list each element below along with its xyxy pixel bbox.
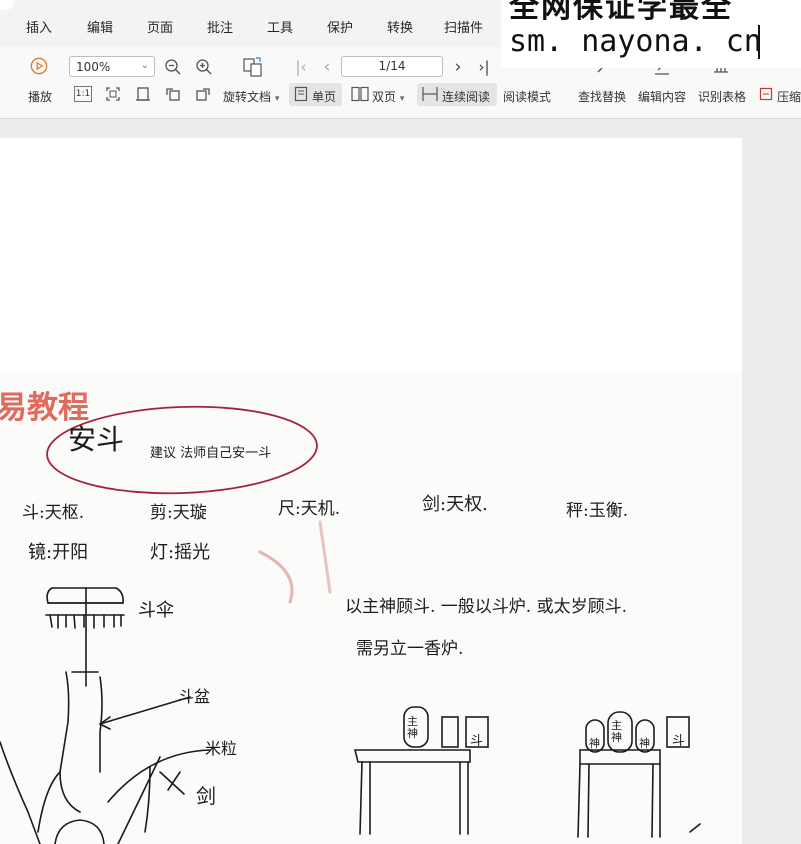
zoom-select[interactable]: 100% ⌄	[69, 56, 155, 77]
chevron-down-icon: ▾	[274, 94, 280, 104]
double-page-button[interactable]: 双页 ▾	[372, 88, 404, 105]
double-page-label: 双页	[372, 90, 397, 104]
line1-heng: 秤:玉衡.	[566, 501, 629, 521]
page-switch-icon[interactable]	[242, 56, 264, 78]
line1-jian: 剪:天璇	[150, 503, 207, 523]
line2-deng: 灯:摇光	[150, 542, 211, 563]
note-subheading: 建议 法师自己安一斗	[150, 446, 272, 461]
page-number-input[interactable]: 1/14	[341, 56, 443, 77]
next-page-icon[interactable]: ›	[449, 57, 467, 77]
watermark-overlay: 全网保证学最全 sm. nayona. cn	[501, 0, 801, 68]
compress-label[interactable]: 压缩	[777, 88, 801, 105]
label-body: 斗盆	[178, 687, 211, 706]
tablet-main-2: 主神	[611, 719, 622, 744]
menu-insert[interactable]: 插入	[26, 17, 52, 36]
menu-edit[interactable]: 编辑	[87, 17, 113, 36]
menu-scan[interactable]: 扫描件	[444, 17, 483, 36]
tablet-side-left: 神	[589, 737, 600, 750]
menu-protect[interactable]: 保护	[327, 17, 353, 36]
rotate-document-button[interactable]: 旋转文档 ▾	[223, 88, 279, 105]
chevron-down-icon: ▾	[399, 94, 405, 104]
prev-page-icon[interactable]: ‹	[318, 57, 336, 77]
zoom-value: 100%	[76, 60, 111, 74]
tablet-dou-2: 斗	[672, 734, 686, 749]
label-sword: 剑	[196, 784, 216, 808]
label-lid: 斗伞	[138, 600, 174, 621]
single-page-icon[interactable]	[294, 86, 308, 102]
fit-width-icon[interactable]	[134, 85, 152, 103]
watermark-title: 全网保证学最全	[509, 0, 733, 25]
right-text-line2: 需另立一香炉.	[356, 639, 464, 659]
play-icon[interactable]	[30, 57, 48, 75]
text-cursor	[758, 25, 760, 59]
single-page-label[interactable]: 单页	[312, 88, 336, 105]
menu-annotate[interactable]: 批注	[207, 17, 233, 36]
first-page-icon[interactable]: |‹	[292, 58, 310, 76]
rotate-right-icon[interactable]	[194, 85, 212, 103]
line2-jing: 镜:开阳	[28, 542, 89, 563]
zoom-in-icon[interactable]	[195, 58, 213, 76]
tablet-side-right: 神	[639, 737, 650, 750]
fit-page-icon[interactable]	[104, 85, 122, 103]
label-rice: 米粒	[205, 739, 238, 758]
menu-page[interactable]: 页面	[147, 17, 173, 36]
tablet-dou-1: 斗	[470, 734, 484, 749]
menu-tools[interactable]: 工具	[267, 17, 293, 36]
active-tab-corner	[0, 0, 14, 10]
rotate-left-icon[interactable]	[164, 85, 182, 103]
continuous-read-label[interactable]: 连续阅读	[442, 88, 490, 105]
line1-chi: 尺:天机.	[278, 499, 341, 519]
menu-convert[interactable]: 转换	[387, 17, 413, 36]
line1-dou: 斗:天枢.	[22, 503, 85, 523]
find-replace-label[interactable]: 查找替换	[578, 88, 626, 105]
zoom-out-icon[interactable]	[164, 58, 182, 76]
double-page-icon[interactable]	[351, 86, 369, 102]
edit-content-label[interactable]: 编辑内容	[638, 88, 686, 105]
play-label[interactable]: 播放	[28, 88, 52, 105]
chevron-down-icon: ⌄	[140, 60, 149, 71]
note-heading: 安斗	[68, 423, 125, 456]
recognize-table-label[interactable]: 识别表格	[698, 88, 746, 105]
actual-size-icon[interactable]: 1:1	[74, 86, 92, 102]
read-mode-label[interactable]: 阅读模式	[503, 88, 551, 105]
continuous-read-icon[interactable]	[421, 86, 439, 102]
compress-icon[interactable]	[759, 87, 773, 101]
rotate-document-label: 旋转文档	[223, 90, 272, 104]
line1-jian2: 剑:天权.	[422, 494, 488, 515]
right-text-line1: 以主神顾斗. 一般以斗炉. 或太岁顾斗.	[345, 597, 628, 617]
tablet-main-1: 主神	[407, 715, 418, 740]
watermark-url: sm. nayona. cn	[509, 24, 762, 59]
last-page-icon[interactable]: ›|	[475, 58, 493, 76]
